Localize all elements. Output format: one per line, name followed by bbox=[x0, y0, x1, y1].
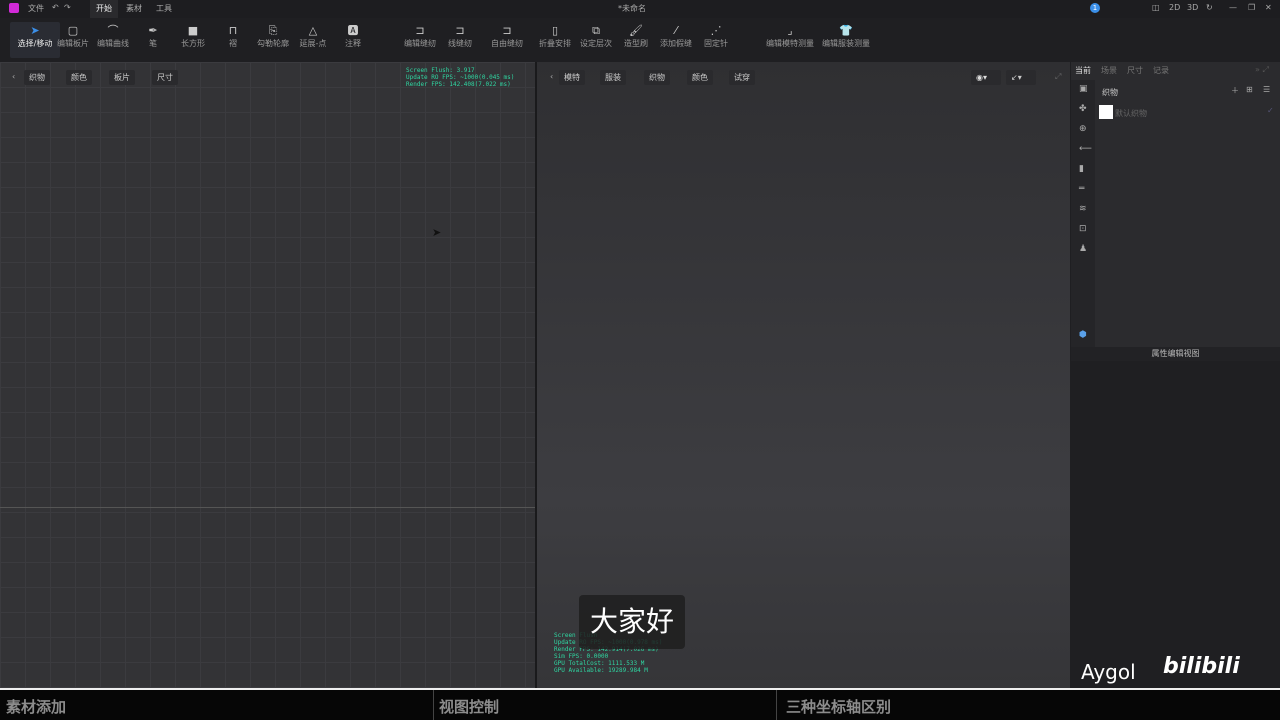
annotation-icon: 🅰 bbox=[347, 24, 359, 37]
fabric-swatch[interactable] bbox=[1099, 105, 1113, 119]
divider bbox=[0, 507, 535, 508]
bilibili-logo: bilibili bbox=[1163, 654, 1240, 679]
refresh-icon[interactable]: ↻ bbox=[1206, 3, 1213, 12]
expand-icon[interactable]: ⤢ bbox=[1055, 72, 1061, 82]
chip-fabric[interactable]: 织物 bbox=[644, 70, 670, 85]
minimize-icon[interactable]: — bbox=[1229, 3, 1237, 12]
restore-icon[interactable]: ❐ bbox=[1248, 3, 1255, 12]
chip-color[interactable]: 颜色 bbox=[687, 70, 713, 85]
tool-avatar-measure[interactable]: ⌟ 编辑模特测量 bbox=[762, 24, 818, 49]
chip-garment[interactable]: 服装 bbox=[600, 70, 626, 85]
check-icon: ✓ bbox=[1267, 106, 1274, 115]
cube-icon[interactable]: ⬢ bbox=[1079, 330, 1087, 340]
stitch-category-icon[interactable]: ≋ bbox=[1079, 204, 1087, 214]
chapter-bar: 素材添加 视图控制 三种坐标轴区别 bbox=[0, 688, 1280, 720]
redo-icon[interactable]: ↷ bbox=[64, 3, 71, 12]
button-category-icon[interactable]: ✤ bbox=[1079, 104, 1087, 114]
topstitch-category-icon[interactable]: ═ bbox=[1079, 184, 1084, 194]
toolbar: ➤ 选择/移动 ▢ 编辑板片 ⌒ 编辑曲线 ✒ 笔 ■ 长方形 ⊓ 褶 ⎘ 勾勒轮廓 △ 延展-… bbox=[0, 18, 1280, 62]
mouse-cursor-icon: ➤ bbox=[432, 226, 442, 239]
tab-tools[interactable]: 工具 bbox=[156, 3, 172, 14]
fabric-category-icon[interactable]: ▣ bbox=[1079, 84, 1088, 94]
avatar-category-icon[interactable]: ♟ bbox=[1079, 244, 1087, 254]
tab-size[interactable]: 尺寸 bbox=[1127, 65, 1143, 76]
expand-icon[interactable]: » ⤢ bbox=[1255, 65, 1269, 75]
garment-measure-icon: 👕 bbox=[839, 24, 853, 37]
chapter-1[interactable]: 素材添加 bbox=[6, 696, 66, 717]
collapse-icon[interactable]: ‹ bbox=[550, 72, 553, 81]
tab-current[interactable]: 当前 bbox=[1075, 65, 1091, 76]
3d-viewport[interactable]: ‹ 模特 服装 织物 颜色 试穿 ◉▾ ↙▾ ⤢ Screen Flush Up… bbox=[537, 62, 1070, 688]
divider bbox=[433, 690, 434, 720]
tab-materials[interactable]: 素材 bbox=[126, 3, 142, 14]
chip-color[interactable]: 颜色 bbox=[66, 70, 92, 85]
menu-file[interactable]: 文件 bbox=[28, 3, 44, 14]
buttonhole-category-icon[interactable]: ⊕ bbox=[1079, 124, 1087, 134]
chip-avatar[interactable]: 模特 bbox=[559, 70, 585, 85]
app-logo-icon bbox=[9, 3, 19, 13]
chip-fabric[interactable]: 织物 bbox=[24, 70, 50, 85]
tool-dropdown-icon[interactable]: ↙▾ bbox=[1006, 70, 1036, 85]
property-editor-title: 属性编辑视图 bbox=[1151, 349, 1200, 358]
zipper-category-icon[interactable]: ⟵ bbox=[1079, 144, 1092, 154]
pin-icon: ⋰ bbox=[710, 24, 722, 37]
tool-segment-sewing[interactable]: ⊐ 线缝纫 bbox=[435, 24, 485, 49]
divider bbox=[776, 690, 777, 720]
chip-try-on[interactable]: 试穿 bbox=[729, 70, 755, 85]
tab-scene[interactable]: 场景 bbox=[1101, 65, 1117, 76]
tab-start[interactable]: 开始 bbox=[90, 0, 118, 18]
chip-pattern[interactable]: 板片 bbox=[109, 70, 135, 85]
display-mode-icon[interactable]: ◉▾ bbox=[971, 70, 1001, 85]
property-editor-header: 属性编辑视图 bbox=[1071, 347, 1280, 361]
subtitle: 大家好 bbox=[579, 595, 686, 649]
collapse-icon[interactable]: ‹ bbox=[12, 72, 15, 81]
chip-size[interactable]: 尺寸 bbox=[152, 70, 178, 85]
tab-history[interactable]: 记录 bbox=[1153, 65, 1169, 76]
property-editor bbox=[1071, 361, 1280, 688]
puller-category-icon[interactable]: ▮ bbox=[1079, 164, 1084, 174]
grid-view-icon[interactable]: ⊞ bbox=[1246, 85, 1253, 94]
tape-category-icon[interactable]: ⊡ bbox=[1079, 224, 1087, 234]
layout-icon[interactable]: ◫ bbox=[1152, 3, 1160, 12]
notification-badge[interactable]: 1 bbox=[1090, 3, 1100, 13]
undo-icon[interactable]: ↶ bbox=[52, 3, 59, 12]
add-icon[interactable]: ＋ bbox=[1231, 85, 1239, 96]
tool-annotation[interactable]: 🅰 注释 bbox=[328, 24, 378, 49]
section-title: 织物 bbox=[1102, 88, 1118, 97]
fabric-item-name[interactable]: 默认织物 bbox=[1115, 108, 1147, 119]
chapter-3[interactable]: 三种坐标轴区别 bbox=[786, 696, 891, 717]
fps-overlay: Screen Flush: 3.917 Update RO FPS: ~1000… bbox=[406, 67, 515, 88]
2d-viewport[interactable]: ‹ 织物 颜色 板片 尺寸 Screen Flush: 3.917 Update… bbox=[0, 62, 535, 688]
object-browser-panel: 当前 场景 尺寸 记录 » ⤢ ▣ ✤ ⊕ ⟵ ▮ ═ ≋ ⊡ ♟ ⬢ 织物 ＋… bbox=[1071, 62, 1280, 688]
list-view-icon[interactable]: ☰ bbox=[1263, 85, 1270, 94]
tool-pin[interactable]: ⋰ 固定针 bbox=[691, 24, 741, 49]
free-sewing-icon: ⊐ bbox=[502, 24, 512, 37]
segment-sewing-icon: ⊐ bbox=[455, 24, 465, 37]
document-title: *未命名 bbox=[618, 4, 646, 13]
view-3d-button[interactable]: 3D bbox=[1187, 3, 1198, 12]
avatar-measure-icon: ⌟ bbox=[787, 24, 793, 37]
watermark-author: Aygol bbox=[1081, 660, 1136, 684]
category-sidebar: ▣ ✤ ⊕ ⟵ ▮ ═ ≋ ⊡ ♟ ⬢ bbox=[1071, 80, 1095, 350]
tool-free-sewing[interactable]: ⊐ 自由缝纫 bbox=[482, 24, 532, 49]
view-2d-button[interactable]: 2D bbox=[1169, 3, 1180, 12]
tool-garment-measure[interactable]: 👕 编辑服装测量 bbox=[818, 24, 874, 49]
close-icon[interactable]: ✕ bbox=[1265, 3, 1272, 12]
chapter-2[interactable]: 视图控制 bbox=[439, 696, 499, 717]
title-bar: 文件 ↶ ↷ 开始 素材 工具 *未命名 1 ◫ 2D 3D ↻ — ❐ ✕ bbox=[0, 0, 1280, 18]
